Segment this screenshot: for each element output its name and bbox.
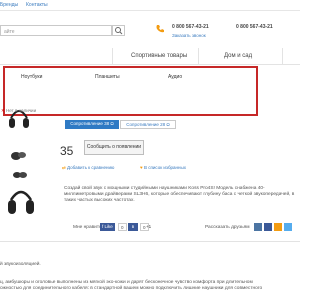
facebook-like-label: Like <box>104 224 113 229</box>
phone-number-2: 0 800 567-43-21 <box>236 24 273 30</box>
search-button[interactable] <box>112 25 125 36</box>
search-input[interactable]: айте <box>0 25 112 36</box>
price: 35 <box>60 144 74 158</box>
variant-tab-28[interactable]: Сопротивление 28 Ω <box>120 120 176 129</box>
twitter-share-icon[interactable] <box>284 223 292 231</box>
dropdown-item-audio[interactable]: Аудио <box>168 74 182 80</box>
callback-link[interactable]: Заказать звонок <box>172 33 206 38</box>
vk-icon: в <box>131 224 135 229</box>
vk-share-icon[interactable] <box>254 223 262 231</box>
category-dropdown: Ноутбуки Планшеты Аудио <box>3 66 258 116</box>
nav-divider <box>282 48 283 64</box>
variant-tab-38[interactable]: Сопротивление 38 Ω <box>65 120 119 129</box>
description-line-3: ожностью для соединительного кабеля: в с… <box>0 286 263 291</box>
wishlist-link[interactable]: ♥ В список избранных <box>140 165 186 170</box>
nav-divider <box>112 48 113 64</box>
facebook-like-button[interactable]: f Like <box>100 223 115 231</box>
like-count: 0 <box>118 223 127 231</box>
description-line-1: й звукоизоляцией. <box>0 262 41 267</box>
google-plus-button[interactable]: +1 <box>146 223 151 231</box>
share-label: Рассказать друзьям <box>205 225 250 230</box>
product-thumb-3[interactable] <box>12 170 28 182</box>
compare-link[interactable]: ⇄ Добавить к сравнению <box>62 165 114 171</box>
product-thumb-4[interactable] <box>6 186 36 220</box>
divider <box>0 241 300 242</box>
product-thumb-2[interactable] <box>10 148 28 164</box>
nav-item-home[interactable]: Дом и сад <box>224 53 252 59</box>
search-placeholder: айте <box>4 29 15 35</box>
main-nav: Спортивные товары Дом и сад <box>0 48 300 65</box>
facebook-share-icon[interactable] <box>264 223 272 231</box>
phone-number-1: 0 800 567-43-21 <box>172 24 209 30</box>
wishlist-link-text: В список избранных <box>143 165 186 170</box>
contacts-link[interactable]: Контакты <box>26 2 48 8</box>
stock-status: ✕ Нет в наличии <box>1 108 36 114</box>
full-description: й звукоизоляцией. ц, амбушюры и оголовье… <box>0 262 300 292</box>
compare-link-text: Добавить к сравнению <box>67 165 115 170</box>
ok-share-icon[interactable] <box>274 223 282 231</box>
brands-link[interactable]: Бренды <box>0 2 18 8</box>
search-icon <box>115 27 123 35</box>
phone-icon <box>155 24 165 36</box>
product-description: Создай свой звук с мощными студийными на… <box>64 186 295 203</box>
vk-like-button[interactable]: в <box>128 223 138 231</box>
notify-button[interactable]: Сообщить о появлении <box>84 140 144 155</box>
stock-status-text: Нет в наличии <box>6 108 37 113</box>
dropdown-item-tablets[interactable]: Планшеты <box>95 74 120 80</box>
top-nav: Бренды Контакты <box>0 0 300 11</box>
dropdown-item-laptops[interactable]: Ноутбуки <box>21 74 42 80</box>
nav-divider <box>198 48 199 64</box>
nav-item-sport[interactable]: Спортивные товары <box>131 53 187 59</box>
